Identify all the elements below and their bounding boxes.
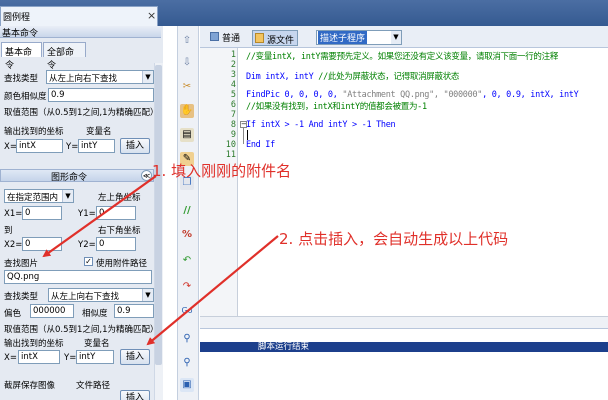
annotation-step-2: 2. 点击插入，会自动生成以上代码 [279,230,509,248]
annotation-step-1: 1. 填入刚刚的附件名 [152,162,292,180]
arrow-to-image-field [42,175,157,258]
arrow-to-insert-button [146,235,279,346]
annotation-arrows [42,175,279,346]
